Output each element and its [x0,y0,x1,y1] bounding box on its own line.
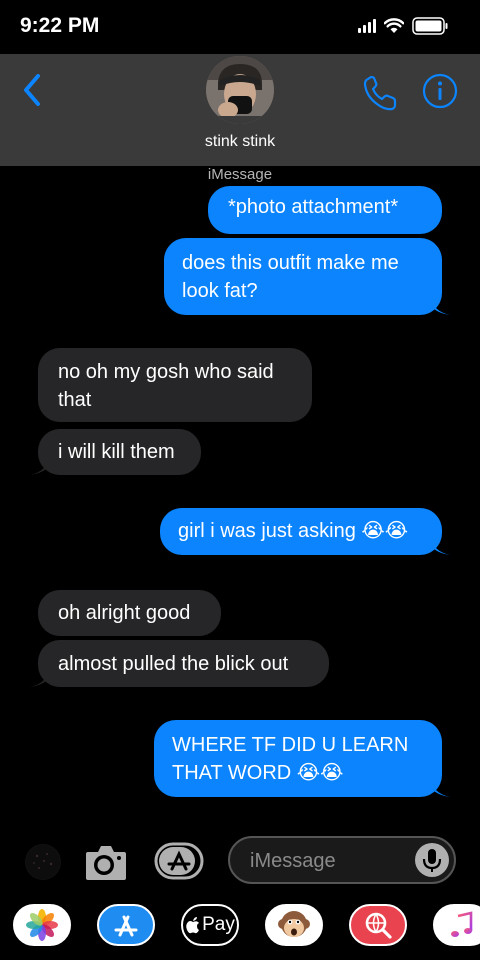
status-icons [358,17,448,35]
message-placeholder: iMessage [250,850,336,872]
digital-touch-icon[interactable] [25,844,61,880]
message-bubble-sent[interactable]: does this outfit make me look fat? [164,238,450,315]
message-text: i will kill them [58,441,175,463]
message-text: oh alright good [58,602,191,624]
app-drawer: Pay [0,896,480,960]
bubble-tail [430,535,450,555]
message-bubble-received[interactable]: no oh my gosh who said that [38,348,312,422]
music-icon[interactable] [433,904,480,946]
signal-bars-icon [358,19,376,33]
conversation-header: stink stink [0,54,480,166]
message-bubble-sent[interactable]: WHERE TF DID U LEARN THAT WORD 😭😭 [154,720,450,797]
message-input[interactable]: iMessage [228,836,456,884]
chevron-left-icon[interactable] [18,72,48,108]
info-icon[interactable] [422,73,458,109]
animoji-monkey-icon[interactable] [265,904,323,946]
web-search-icon[interactable] [349,904,407,946]
app-store-icon[interactable] [97,904,155,946]
status-time: 9:22 PM [20,14,100,37]
camera-icon[interactable] [84,842,128,882]
bubble-tail [430,295,450,315]
wifi-icon [384,18,404,34]
apple-pay-icon[interactable]: Pay [181,904,239,946]
message-text: almost pulled the blick out [58,653,289,675]
bubble-tail [430,777,450,797]
message-bubble-sent[interactable]: *photo attachment* [208,186,442,234]
microphone-icon[interactable] [415,843,449,877]
phone-icon[interactable] [360,74,400,114]
message-text: girl i was just asking 😭😭 [178,520,409,542]
apple-pay-label: Pay [202,914,235,935]
apple-logo-icon [186,916,200,933]
app-store-icon[interactable] [153,842,205,880]
bubble-tail [30,455,50,475]
message-bubble-received[interactable]: i will kill them [30,429,201,475]
message-input-bar: iMessage [0,828,480,894]
message-bubble-sent[interactable]: girl i was just asking 😭😭 [160,508,450,555]
bubble-tail [30,667,50,687]
service-label: iMessage [207,166,273,183]
contact-name[interactable]: stink stink [0,133,480,151]
message-text: look fat? [182,280,258,302]
status-bar: 9:22 PM [0,0,480,54]
message-text: does this outfit make me [182,252,399,274]
contact-avatar[interactable] [206,56,274,124]
message-text: *photo attachment* [228,196,399,218]
message-text: THAT WORD 😭😭 [172,762,344,784]
battery-icon [412,17,448,35]
message-text: WHERE TF DID U LEARN [172,734,409,756]
photos-icon[interactable] [13,904,71,946]
message-text: no oh my gosh who said [58,361,274,383]
message-text: that [58,389,92,411]
message-bubble-received[interactable]: almost pulled the blick out [30,640,329,687]
message-bubble-received[interactable]: oh alright good [38,590,221,636]
